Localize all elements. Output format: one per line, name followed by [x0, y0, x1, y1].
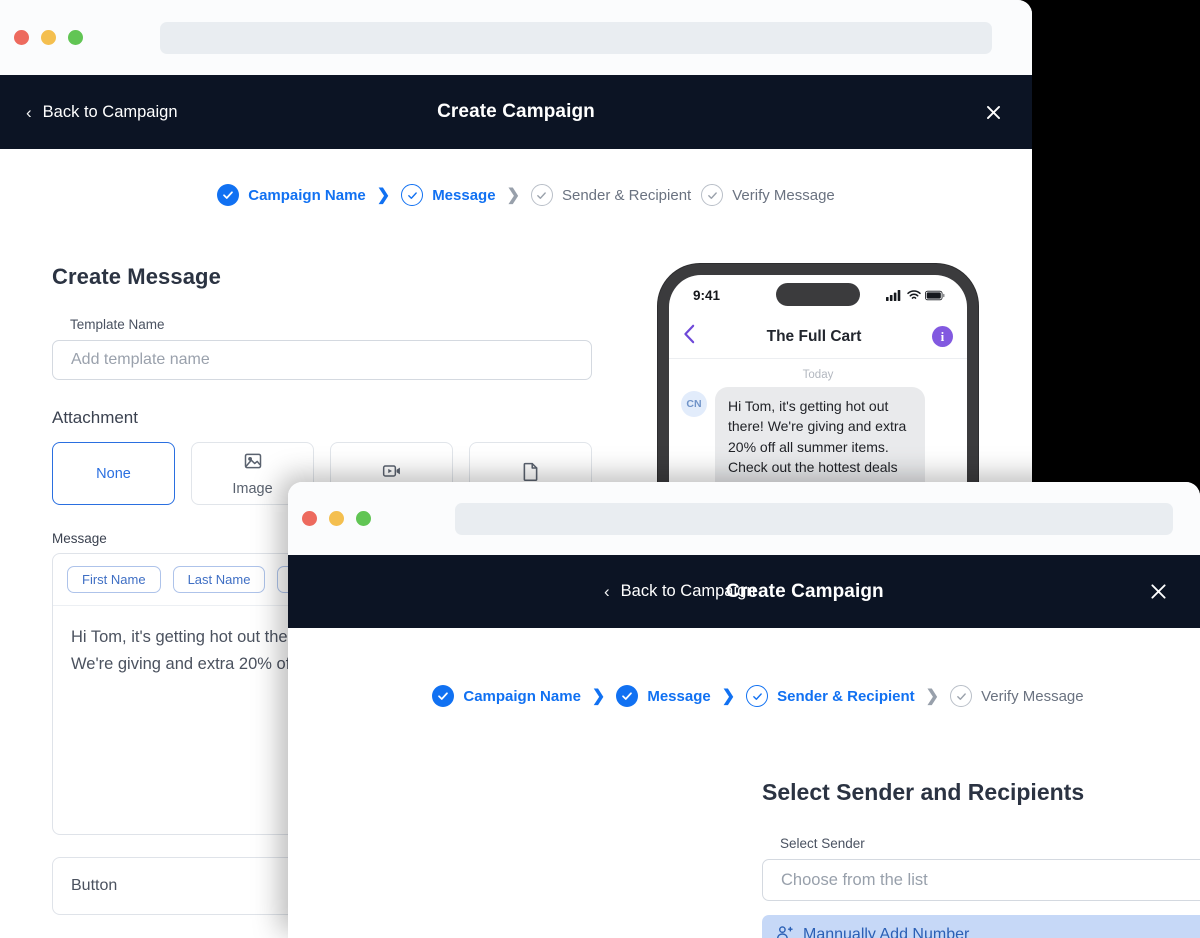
traffic-lights-back	[14, 30, 83, 45]
step-separator-icon: ❯	[721, 688, 736, 705]
select-sender-form: Select Sender and Recipients Select Send…	[288, 779, 1200, 938]
address-bar-back[interactable]	[160, 21, 992, 54]
app-title-back: Create Campaign	[437, 101, 595, 122]
step-separator-icon: ❯	[591, 688, 606, 705]
manually-add-number-banner[interactable]: Mannually Add Number	[762, 915, 1200, 938]
check-icon	[950, 685, 973, 707]
step-label: Sender & Recipient	[777, 687, 915, 705]
step-label: Sender & Recipient	[561, 186, 692, 204]
attachment-label: Attachment	[52, 408, 138, 427]
page-title: Create Message	[52, 264, 221, 289]
attachment-option-none[interactable]: None	[52, 442, 175, 505]
check-icon	[701, 184, 724, 206]
template-name-placeholder: Add template name	[71, 351, 210, 368]
step-label: Campaign Name	[248, 186, 366, 204]
page-root: ‹ Back to Campaign Create Campaign Campa…	[0, 0, 1200, 938]
back-to-campaign-label: Back to Campaign	[42, 102, 178, 121]
select-sender-label: Select Sender	[780, 836, 865, 851]
chevron-left-icon[interactable]	[683, 324, 696, 349]
step-label: Message	[647, 687, 711, 705]
close-window-dot[interactable]	[14, 30, 29, 45]
wifi-icon	[907, 290, 921, 299]
info-glyph: i	[940, 328, 945, 344]
button-field[interactable]: Button	[52, 857, 302, 915]
close-icon[interactable]	[980, 99, 1006, 125]
browser-window-front: ‹ Back to Campaign Create Campaign Campa…	[288, 482, 1200, 938]
button-field-label: Button	[71, 877, 118, 894]
phone-status-bar: 9:41	[669, 275, 967, 315]
step-label: Verify Message	[981, 687, 1084, 705]
attachment-option-label: None	[96, 465, 131, 482]
avatar: CN	[681, 391, 707, 417]
phone-day-divider: Today	[802, 369, 834, 381]
step-sender-recipient-back[interactable]: Sender & Recipient	[530, 184, 692, 206]
template-name-input[interactable]: Add template name	[52, 340, 592, 380]
stepper-back: Campaign Name ❯ Message ❯ Sender & Recip…	[0, 149, 1032, 206]
step-separator-icon: ❯	[376, 187, 391, 204]
step-campaign-name-back[interactable]: Campaign Name	[217, 184, 366, 206]
check-icon	[616, 685, 639, 707]
step-separator-icon: ❯	[925, 688, 940, 705]
select-sender-placeholder: Choose from the list	[781, 870, 928, 889]
app-body-front: Campaign Name ❯ Message ❯ Sender & Recip…	[288, 628, 1200, 938]
step-verify-message-back[interactable]: Verify Message	[701, 184, 835, 206]
check-icon	[217, 184, 240, 206]
app-header-back: ‹ Back to Campaign Create Campaign	[0, 75, 1032, 149]
manually-add-number-label: Mannually Add Number	[803, 926, 970, 938]
info-icon[interactable]: i	[931, 326, 953, 347]
stepper-front: Campaign Name ❯ Message ❯ Sender & Recip…	[288, 628, 1200, 707]
step-verify-message-front[interactable]: Verify Message	[950, 685, 1084, 707]
battery-icon	[925, 290, 945, 300]
traffic-lights-front	[302, 511, 371, 526]
step-sender-recipient-front[interactable]: Sender & Recipient	[746, 685, 915, 707]
browser-chrome-front	[288, 482, 1200, 555]
signal-icon	[886, 290, 901, 301]
phone-contact-name: The Full Cart	[766, 327, 862, 345]
attachment-option-label: Image	[232, 480, 273, 497]
step-separator-icon: ❯	[506, 187, 520, 204]
select-sender-dropdown[interactable]: Choose from the list	[762, 859, 1200, 901]
template-name-label: Template Name	[70, 317, 165, 332]
check-icon	[746, 685, 769, 707]
app-title-front: Create Campaign	[726, 580, 884, 602]
minimize-window-dot[interactable]	[329, 511, 344, 526]
address-bar-front[interactable]	[455, 502, 1173, 535]
close-icon[interactable]	[1145, 579, 1171, 605]
phone-status-icons	[886, 289, 945, 301]
phone-notch	[776, 283, 860, 306]
chevron-left-icon: ‹	[604, 582, 610, 601]
step-campaign-name-front[interactable]: Campaign Name	[432, 685, 581, 707]
page-title: Select Sender and Recipients	[762, 779, 1085, 805]
contact-icon	[776, 925, 793, 938]
maximize-window-dot[interactable]	[68, 30, 83, 45]
app-header-front: ‹ Back to Campaign Create Campaign	[288, 555, 1200, 628]
step-label: Message	[432, 186, 496, 204]
close-window-dot[interactable]	[302, 511, 317, 526]
step-message-back[interactable]: Message	[401, 184, 496, 206]
browser-chrome-back	[0, 0, 1032, 75]
step-label: Campaign Name	[463, 687, 581, 705]
check-icon	[401, 184, 424, 206]
minimize-window-dot[interactable]	[41, 30, 56, 45]
check-icon	[432, 685, 455, 707]
select-sender-field: Select Sender Choose from the list	[762, 836, 1200, 901]
chip-first-name[interactable]: First Name	[67, 566, 161, 593]
phone-clock: 9:41	[693, 287, 721, 303]
step-label: Verify Message	[732, 186, 835, 204]
image-icon	[243, 451, 263, 476]
template-name-field: Template Name Add template name	[52, 317, 612, 380]
back-to-campaign-link-back[interactable]: ‹ Back to Campaign	[26, 103, 178, 122]
chip-last-name[interactable]: Last Name	[172, 566, 266, 593]
check-icon	[530, 184, 553, 206]
chevron-left-icon: ‹	[26, 102, 32, 122]
manually-add-number-row: Mannually Add Number	[776, 925, 969, 938]
maximize-window-dot[interactable]	[356, 511, 371, 526]
phone-nav-bar: The Full Cart i	[669, 315, 967, 359]
step-message-front[interactable]: Message	[616, 685, 711, 707]
